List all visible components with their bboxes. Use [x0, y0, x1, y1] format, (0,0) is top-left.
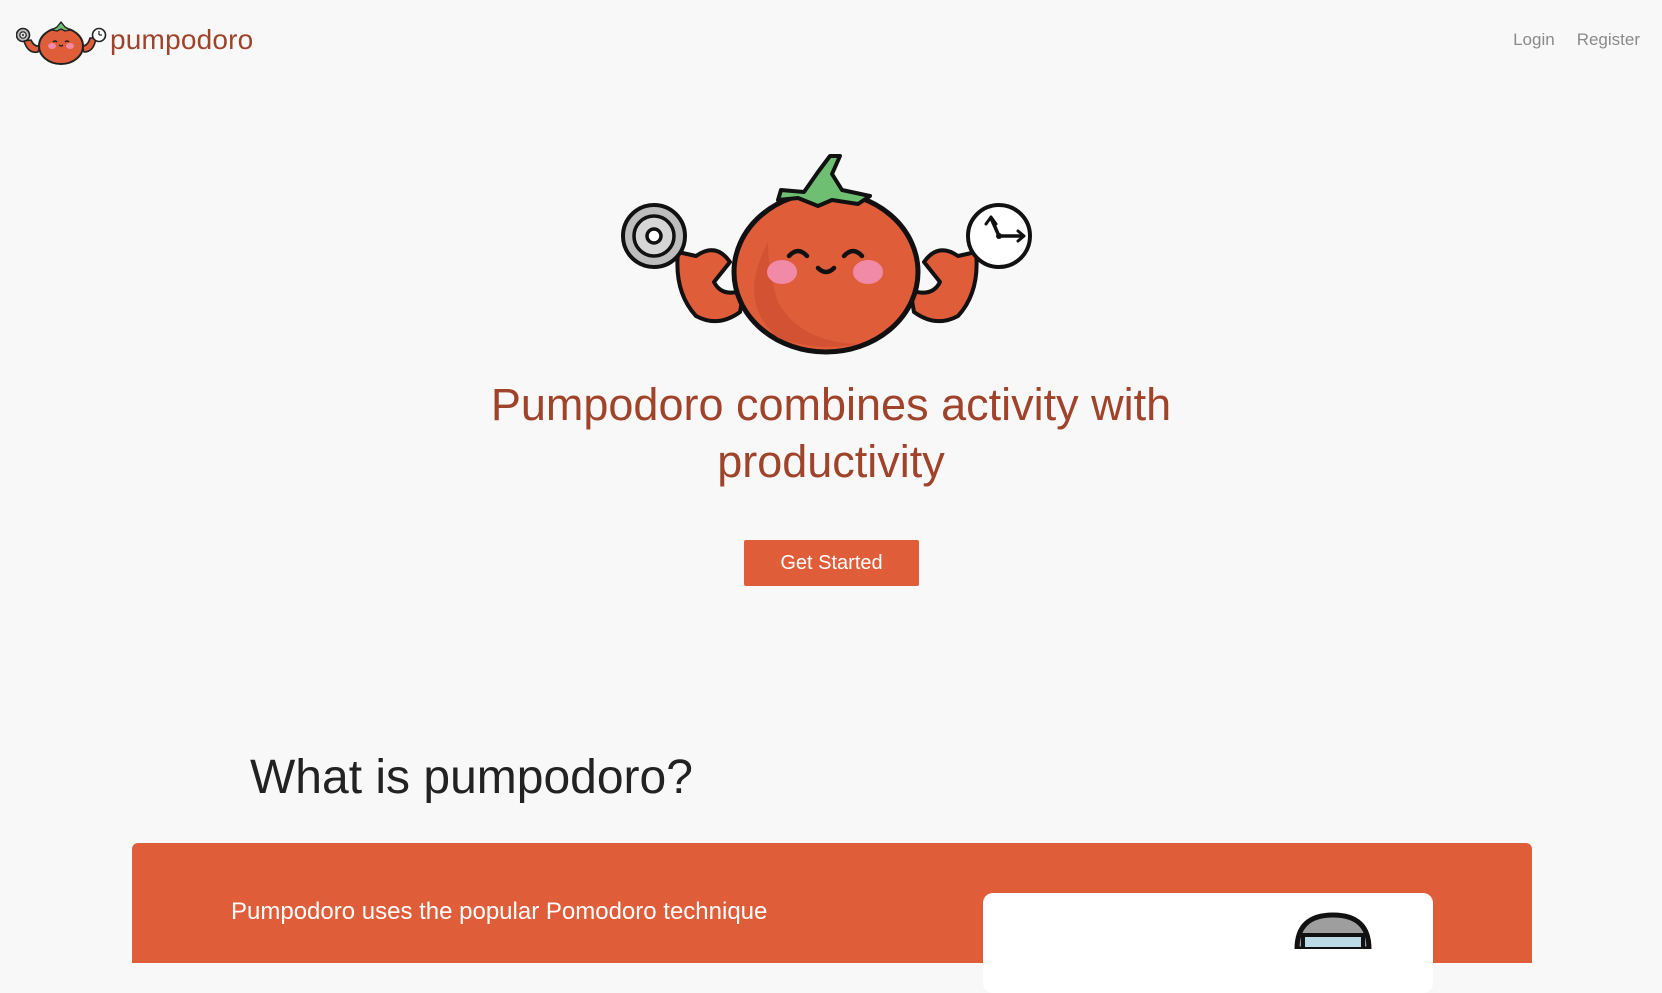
get-started-button[interactable]: Get Started — [744, 540, 919, 586]
login-link[interactable]: Login — [1513, 30, 1555, 50]
hero-title: Pumpodoro combines activity with product… — [490, 379, 1172, 487]
brand-home-link[interactable]: pumpodoro — [16, 16, 253, 66]
timer-illustration-icon — [1294, 912, 1372, 949]
hero-mascot-illustration — [621, 154, 1032, 355]
brand-name: pumpodoro — [110, 24, 254, 55]
clock-icon — [966, 203, 1032, 269]
tomato-mascot-icon — [16, 21, 107, 65]
dumbbell-plate-icon — [621, 203, 687, 269]
navbar: pumpodoro Login Register — [0, 0, 1662, 86]
right-arm — [908, 248, 979, 324]
register-link[interactable]: Register — [1577, 30, 1640, 50]
tomato-leaves — [776, 154, 872, 208]
feature-description: Pumpodoro uses the popular Pomodoro tech… — [231, 898, 768, 925]
section-heading: What is pumpodoro? — [250, 751, 693, 804]
feature-panel: Pumpodoro uses the popular Pomodoro tech… — [132, 843, 1532, 993]
feature-card — [983, 893, 1433, 993]
top-nav: Login Register — [1513, 30, 1640, 50]
